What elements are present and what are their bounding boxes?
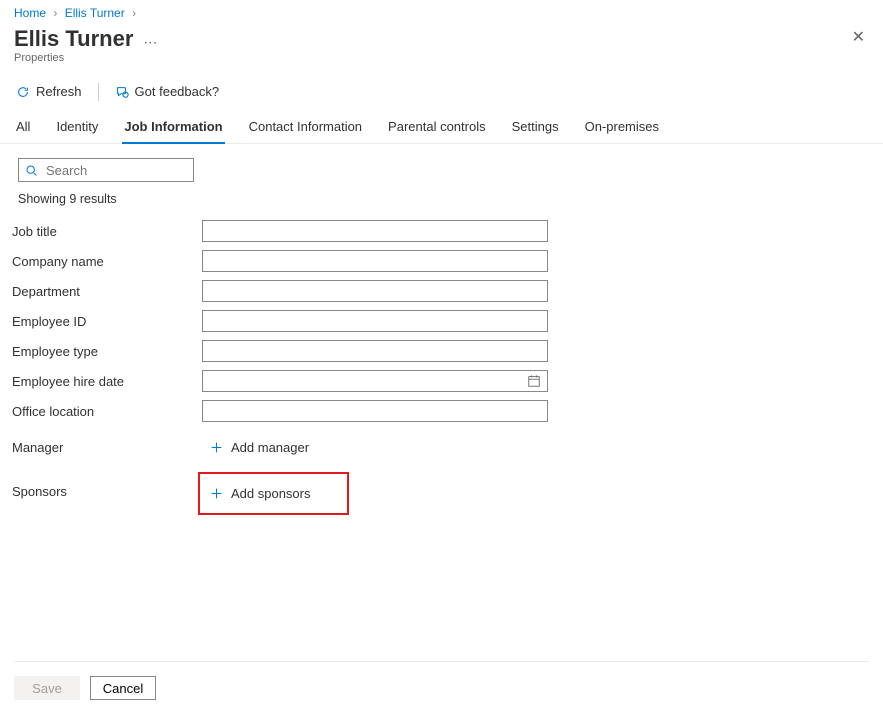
- label-sponsors: Sponsors: [12, 484, 202, 499]
- results-count: Showing 9 results: [0, 186, 883, 216]
- chevron-right-icon: ›: [53, 6, 57, 20]
- toolbar-separator: [98, 83, 99, 101]
- tab-settings[interactable]: Settings: [510, 113, 561, 144]
- search-input[interactable]: [44, 162, 184, 179]
- add-manager-label: Add manager: [231, 440, 309, 455]
- label-office-location: Office location: [12, 404, 202, 419]
- search-icon: [25, 164, 38, 177]
- page-title: Ellis Turner: [14, 26, 133, 52]
- label-hire-date: Employee hire date: [12, 374, 202, 389]
- input-office-location[interactable]: [202, 400, 548, 422]
- save-button[interactable]: Save: [14, 676, 80, 700]
- close-button[interactable]: ✕: [848, 26, 869, 50]
- label-employee-type: Employee type: [12, 344, 202, 359]
- page-subtitle: Properties: [0, 52, 883, 74]
- chevron-right-icon: ›: [132, 6, 136, 20]
- feedback-button[interactable]: Got feedback?: [113, 80, 222, 103]
- feedback-icon: [115, 85, 129, 99]
- plus-icon: [210, 487, 223, 500]
- add-sponsors-button[interactable]: Add sponsors: [202, 482, 319, 505]
- breadcrumb: Home › Ellis Turner ›: [0, 0, 883, 22]
- add-sponsors-label: Add sponsors: [231, 486, 311, 501]
- feedback-label: Got feedback?: [135, 84, 220, 99]
- input-company-name[interactable]: [202, 250, 548, 272]
- label-manager: Manager: [12, 440, 202, 455]
- label-employee-id: Employee ID: [12, 314, 202, 329]
- search-box[interactable]: [18, 158, 194, 182]
- input-employee-id[interactable]: [202, 310, 548, 332]
- tabs: All Identity Job Information Contact Inf…: [0, 113, 883, 144]
- input-hire-date[interactable]: [202, 370, 548, 392]
- refresh-icon: [16, 85, 30, 99]
- breadcrumb-parent[interactable]: Ellis Turner: [65, 6, 125, 20]
- tab-on-premises[interactable]: On-premises: [583, 113, 661, 144]
- breadcrumb-home[interactable]: Home: [14, 6, 46, 20]
- tab-parental-controls[interactable]: Parental controls: [386, 113, 488, 144]
- label-company-name: Company name: [12, 254, 202, 269]
- input-job-title[interactable]: [202, 220, 548, 242]
- highlight-add-sponsors: Add sponsors: [198, 472, 349, 515]
- add-manager-button[interactable]: Add manager: [202, 436, 317, 459]
- plus-icon: [210, 441, 223, 454]
- refresh-button[interactable]: Refresh: [14, 80, 84, 103]
- more-menu-button[interactable]: ⋯: [143, 28, 157, 51]
- tab-job-information[interactable]: Job Information: [122, 113, 224, 144]
- tab-all[interactable]: All: [14, 113, 32, 144]
- input-employee-type[interactable]: [202, 340, 548, 362]
- label-job-title: Job title: [12, 224, 202, 239]
- calendar-icon: [527, 374, 541, 388]
- input-department[interactable]: [202, 280, 548, 302]
- tab-identity[interactable]: Identity: [54, 113, 100, 144]
- refresh-label: Refresh: [36, 84, 82, 99]
- label-department: Department: [12, 284, 202, 299]
- cancel-button[interactable]: Cancel: [90, 676, 156, 700]
- tab-contact-information[interactable]: Contact Information: [247, 113, 364, 144]
